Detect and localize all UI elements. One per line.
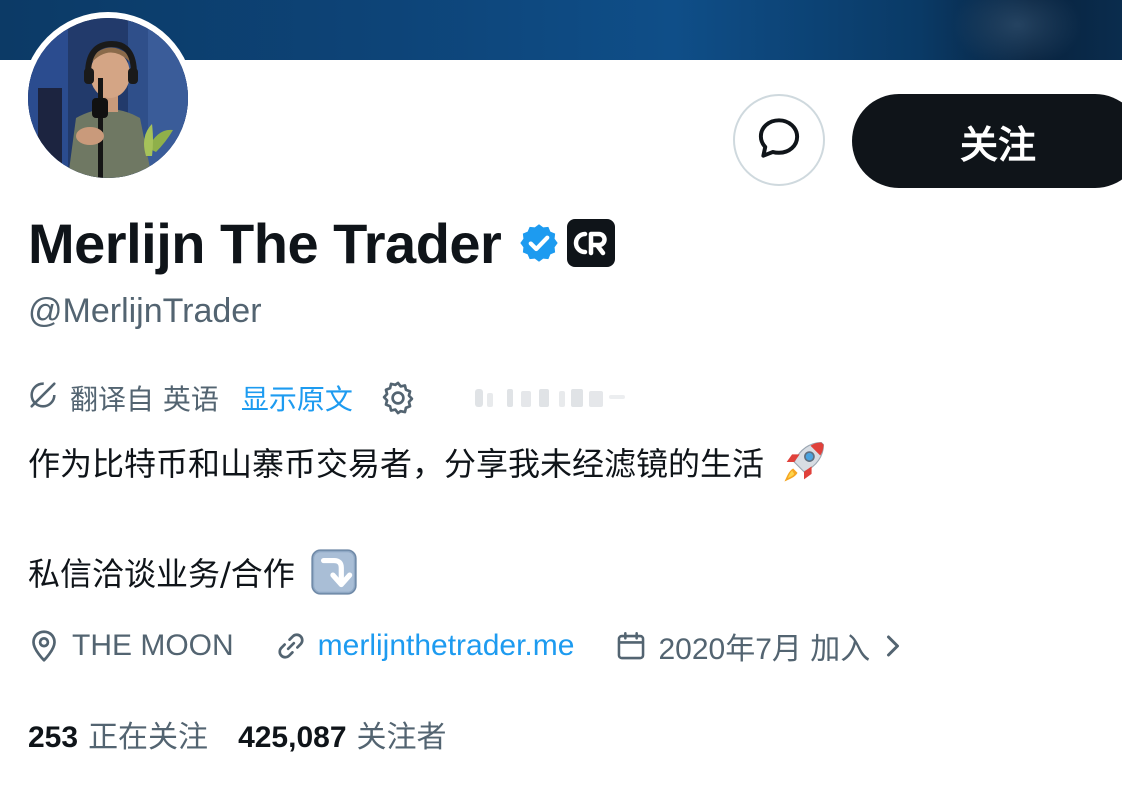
following-label: 正在关注 <box>88 720 209 755</box>
affiliate-badge-icon[interactable] <box>567 219 616 267</box>
banner-image-detail <box>952 0 1082 60</box>
translation-engine-logo-icon <box>473 383 643 413</box>
profile-meta: THE MOON merlijnthetrader.me 2020年7月 加入 <box>26 622 904 670</box>
bio-text-2: 私信洽谈业务/合作 <box>28 555 295 593</box>
link-icon <box>274 629 308 663</box>
name-row: Merlijn The Trader <box>28 206 616 280</box>
translation-bar: 翻译自 英语 显示原文 <box>26 376 643 420</box>
website-link[interactable]: merlijnthetrader.me <box>318 629 575 663</box>
arrow-down-right-box-icon <box>309 547 359 597</box>
bio-text-1: 作为比特币和山寨币交易者，分享我未经滤镜的生活 <box>28 445 765 483</box>
location-item: THE MOON <box>26 628 234 664</box>
followers-label: 关注者 <box>356 720 447 755</box>
followers-stat[interactable]: 425,087 关注者 <box>238 712 446 756</box>
follow-stats: 253 正在关注 425,087 关注者 <box>28 710 447 758</box>
website-item[interactable]: merlijnthetrader.me <box>274 629 575 663</box>
chevron-right-icon[interactable] <box>882 631 904 661</box>
chat-bubble-icon <box>754 113 804 167</box>
gear-icon[interactable] <box>379 379 417 417</box>
location-pin-icon <box>26 628 62 664</box>
bio-line-2: 私信洽谈业务/合作 <box>28 546 359 598</box>
bio-line-1: 作为比特币和山寨币交易者，分享我未经滤镜的生活 <box>28 436 830 488</box>
translate-icon <box>26 378 60 419</box>
following-stat[interactable]: 253 正在关注 <box>28 712 208 756</box>
rocket-icon <box>778 436 830 488</box>
following-count: 253 <box>28 721 79 754</box>
user-handle: @MerlijnTrader <box>28 292 262 330</box>
profile-page: 关注 Merlijn The Trader @MerlijnTrader 翻译自… <box>0 0 1122 801</box>
followers-count: 425,087 <box>238 721 347 754</box>
joined-date: 2020年7月 加入 <box>658 633 871 666</box>
display-name: Merlijn The Trader <box>28 211 502 275</box>
show-original-link[interactable]: 显示原文 <box>241 378 353 418</box>
calendar-icon <box>614 629 648 663</box>
avatar[interactable] <box>22 12 194 184</box>
location-text: THE MOON <box>72 629 234 662</box>
verified-badge-icon[interactable] <box>517 221 561 265</box>
avatar-photo <box>28 18 188 178</box>
follow-button[interactable]: 关注 <box>852 94 1122 188</box>
translated-from-label: 翻译自 英语 <box>70 383 219 416</box>
message-button[interactable] <box>733 94 825 186</box>
joined-item: 2020年7月 加入 <box>614 624 904 668</box>
